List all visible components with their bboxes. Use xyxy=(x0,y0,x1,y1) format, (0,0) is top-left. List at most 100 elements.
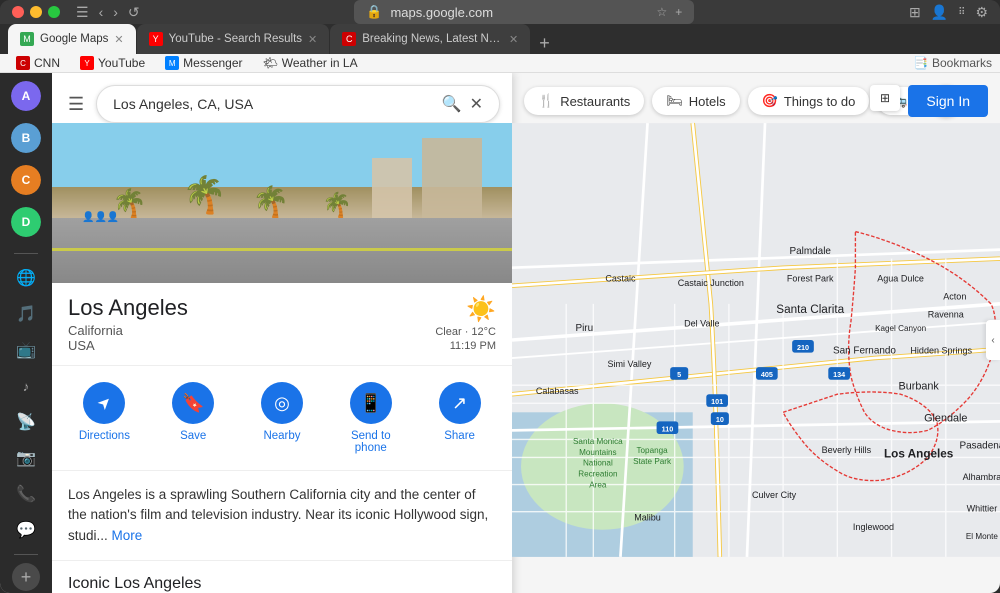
new-tab-icon[interactable]: + xyxy=(675,5,682,19)
send-phone-icon: 📱 xyxy=(360,393,382,414)
maps-search-box[interactable]: 🔍 ✕ xyxy=(96,85,500,123)
tab-youtube-close[interactable]: ✕ xyxy=(308,33,317,46)
directions-icon: ➤ xyxy=(93,391,117,415)
sidebar-app-globe[interactable]: 🌐 xyxy=(10,262,42,294)
sidebar-app-twitch[interactable]: 📡 xyxy=(10,406,42,438)
svg-text:Castaic: Castaic xyxy=(605,273,636,283)
svg-text:110: 110 xyxy=(662,424,674,433)
avatar-1: A xyxy=(11,81,41,111)
sidebar-add-button[interactable]: + xyxy=(12,563,40,591)
svg-text:Santa Monica: Santa Monica xyxy=(573,437,623,446)
avatar-3[interactable]: C xyxy=(11,165,41,195)
hotels-chip[interactable]: 🛏 Hotels xyxy=(652,87,739,115)
clear-icon[interactable]: ✕ xyxy=(470,94,483,114)
tab-youtube[interactable]: Y YouTube - Search Results ✕ xyxy=(137,24,330,54)
directions-button[interactable]: ➤ Directions xyxy=(74,382,134,442)
avatar-4[interactable]: D xyxy=(11,207,41,237)
browser-frame: ☰ ‹ › ↺ 🔒 maps.google.com ☆ + ⊞ 👤 ⠿ ⚙ xyxy=(0,0,1000,593)
sign-in-button[interactable]: Sign In xyxy=(908,85,988,117)
avatar-primary[interactable]: A xyxy=(11,81,41,111)
maps-main[interactable]: 5 101 405 210 134 10 110 xyxy=(512,73,1000,593)
avatar-3-circle: C xyxy=(11,165,41,195)
address-bar-wrap: 🔒 maps.google.com ☆ + xyxy=(148,0,901,24)
reload-icon[interactable]: ↺ xyxy=(128,4,140,21)
map-view-toggle[interactable]: ⊞ xyxy=(870,85,900,111)
place-description: Los Angeles is a sprawling Southern Cali… xyxy=(52,471,512,561)
youtube-bookmark-label: YouTube xyxy=(98,56,145,70)
svg-text:Hidden Springs: Hidden Springs xyxy=(910,346,972,356)
extension-icon[interactable]: ⊞ xyxy=(909,4,921,21)
sidebar-app-video[interactable]: 📺 xyxy=(10,334,42,366)
sidebar-sep-1 xyxy=(14,253,38,254)
hotels-icon: 🛏 xyxy=(666,93,683,109)
svg-text:El Monte: El Monte xyxy=(966,532,999,541)
sidebar-app-messenger[interactable]: 💬 xyxy=(10,514,42,546)
bookmark-star-icon[interactable]: ☆ xyxy=(657,5,668,19)
svg-text:Palmdale: Palmdale xyxy=(790,246,832,257)
tab-cnn[interactable]: C Breaking News, Latest News and Videos … xyxy=(330,24,530,54)
svg-text:Los Angeles: Los Angeles xyxy=(884,447,954,460)
svg-text:134: 134 xyxy=(833,370,845,379)
sidebar-app-tiktok[interactable]: ♪ xyxy=(10,370,42,402)
svg-text:Agua Dulce: Agua Dulce xyxy=(877,273,924,283)
bookmark-cnn[interactable]: C CNN xyxy=(8,54,68,72)
save-button[interactable]: 🔖 Save xyxy=(163,382,223,442)
weather-time: 11:19 PM xyxy=(450,340,496,352)
svg-text:Simi Valley: Simi Valley xyxy=(608,359,652,369)
svg-text:Del Valle: Del Valle xyxy=(684,318,719,328)
maps-favicon: M xyxy=(20,32,34,46)
maps-search-row: ☰ 🔍 ✕ xyxy=(52,73,512,123)
tab-maps-close[interactable]: ✕ xyxy=(114,33,123,46)
action-buttons: ➤ Directions 🔖 Save ◎ xyxy=(52,366,512,471)
svg-text:Whittier: Whittier xyxy=(967,504,998,514)
restaurants-icon: 🍴 xyxy=(538,93,554,109)
send-to-phone-button[interactable]: 📱 Send to phone xyxy=(341,382,401,454)
bookmark-messenger[interactable]: M Messenger xyxy=(157,54,250,72)
things-to-do-chip[interactable]: 🎯 Things to do xyxy=(748,87,870,115)
tab-cnn-close[interactable]: ✕ xyxy=(509,33,518,46)
google-apps-icon[interactable]: ⠿ xyxy=(958,7,965,18)
minimize-button[interactable] xyxy=(30,6,42,18)
avatar-4-circle: D xyxy=(11,207,41,237)
close-button[interactable] xyxy=(12,6,24,18)
more-link[interactable]: More xyxy=(112,528,143,543)
url-text[interactable]: maps.google.com xyxy=(390,5,493,20)
settings-icon[interactable]: ⚙ xyxy=(975,4,988,21)
back-icon[interactable]: ‹ xyxy=(99,4,104,20)
sidebar-app-instagram[interactable]: 📷 xyxy=(10,442,42,474)
crowd: 👤👤👤 xyxy=(82,212,119,223)
avatar-2-circle: B xyxy=(11,123,41,153)
svg-text:Mountains: Mountains xyxy=(579,448,617,457)
address-bar[interactable]: 🔒 maps.google.com ☆ + xyxy=(354,0,694,24)
bookmarks-manager-btn[interactable]: 📑 Bookmarks xyxy=(913,56,992,70)
google-account-icon[interactable]: 👤 xyxy=(931,4,948,21)
sidebar-app-music[interactable]: 🎵 xyxy=(10,298,42,330)
svg-text:Culver City: Culver City xyxy=(752,490,797,500)
collapse-panel-button[interactable]: ‹ xyxy=(986,320,1000,360)
cnn-favicon: C xyxy=(342,32,356,46)
tab-maps[interactable]: M Google Maps ✕ xyxy=(8,24,136,54)
avatar-2[interactable]: B xyxy=(11,123,41,153)
bookmark-weather[interactable]: 🌤 Weather in LA xyxy=(255,54,366,72)
svg-text:10: 10 xyxy=(716,415,724,424)
sidebar-toggle-icon[interactable]: ☰ xyxy=(76,4,89,21)
youtube-bookmark-favicon: Y xyxy=(80,56,94,70)
nearby-button[interactable]: ◎ Nearby xyxy=(252,382,312,442)
search-icon[interactable]: 🔍 xyxy=(442,94,462,114)
svg-text:National: National xyxy=(583,459,613,468)
maps-search-input[interactable] xyxy=(113,96,434,112)
directions-icon-circle: ➤ xyxy=(83,382,125,424)
maximize-button[interactable] xyxy=(48,6,60,18)
svg-text:Calabasas: Calabasas xyxy=(536,386,579,396)
forward-icon[interactable]: › xyxy=(113,4,118,20)
sidebar-app-whatsapp[interactable]: 📞 xyxy=(10,478,42,510)
weather-bookmark-favicon: 🌤 xyxy=(263,56,278,70)
svg-text:San Fernando: San Fernando xyxy=(833,346,896,357)
restaurants-chip[interactable]: 🍴 Restaurants xyxy=(524,87,644,115)
bookmark-youtube[interactable]: Y YouTube xyxy=(72,54,153,72)
maps-menu-button[interactable]: ☰ xyxy=(64,90,88,119)
tab-youtube-label: YouTube - Search Results xyxy=(169,33,302,45)
new-tab-button[interactable]: + xyxy=(531,33,558,54)
share-button[interactable]: ↗ Share xyxy=(430,382,490,442)
send-phone-label: Send to phone xyxy=(351,430,391,454)
